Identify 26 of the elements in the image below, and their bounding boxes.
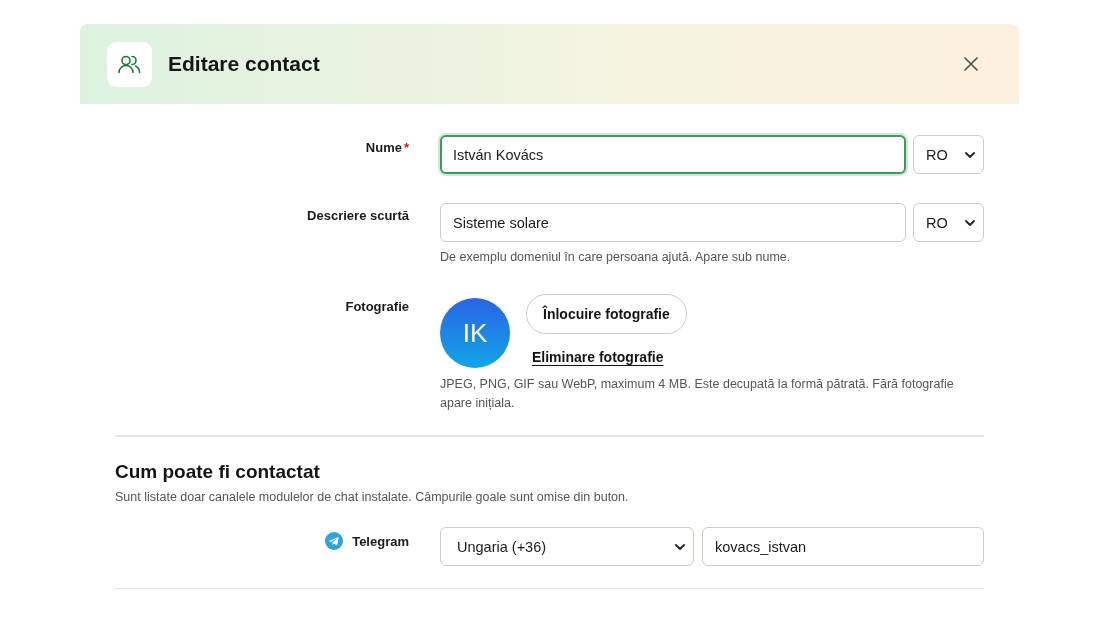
field-hint: JPEG, PNG, GIF sau WebP, maximum 4 MB. Este decupată la formă pătrată. Fără fotografie apare inițiala. (440, 376, 955, 412)
people-icon (107, 41, 152, 87)
channel-label: Telegram (352, 532, 409, 550)
section-description: Sunt listate doar canalele modulelor de chat instalate. Câmpurile goale sunt omise din buton. (115, 489, 630, 506)
remove-photo-link[interactable]: Eliminare fotografie (532, 348, 664, 366)
field-label: Fotografie (345, 298, 409, 315)
text-input[interactable]: István Kovács (440, 135, 906, 174)
language-select[interactable]: RO (913, 203, 984, 242)
required-mark: * (403, 139, 409, 156)
chevron-icon (675, 543, 685, 550)
chevron-icon (965, 219, 975, 226)
text-input[interactable]: Sisteme solare (440, 203, 906, 242)
dialog-title: Editare contact (168, 52, 320, 76)
username-input[interactable]: kovacs_istvan (702, 527, 984, 566)
avatar: IK (440, 298, 510, 368)
field-label: Nume (365, 139, 402, 156)
language-select[interactable]: RO (913, 135, 984, 174)
chevron-icon (965, 151, 975, 158)
field-hint: De exemplu domeniul în care persoana ajută. Apare sub nume. (440, 249, 792, 266)
section-title: Cum poate fi contactat (115, 460, 321, 484)
close-button[interactable] (964, 57, 978, 71)
paper-plane-icon (325, 532, 344, 550)
replace-photo-button[interactable]: Înlocuire fotografie (526, 294, 687, 334)
field-label: Descriere scurtă (307, 207, 409, 224)
country-select[interactable]: Ungaria (+36) (440, 527, 694, 566)
close-icon (964, 57, 978, 71)
